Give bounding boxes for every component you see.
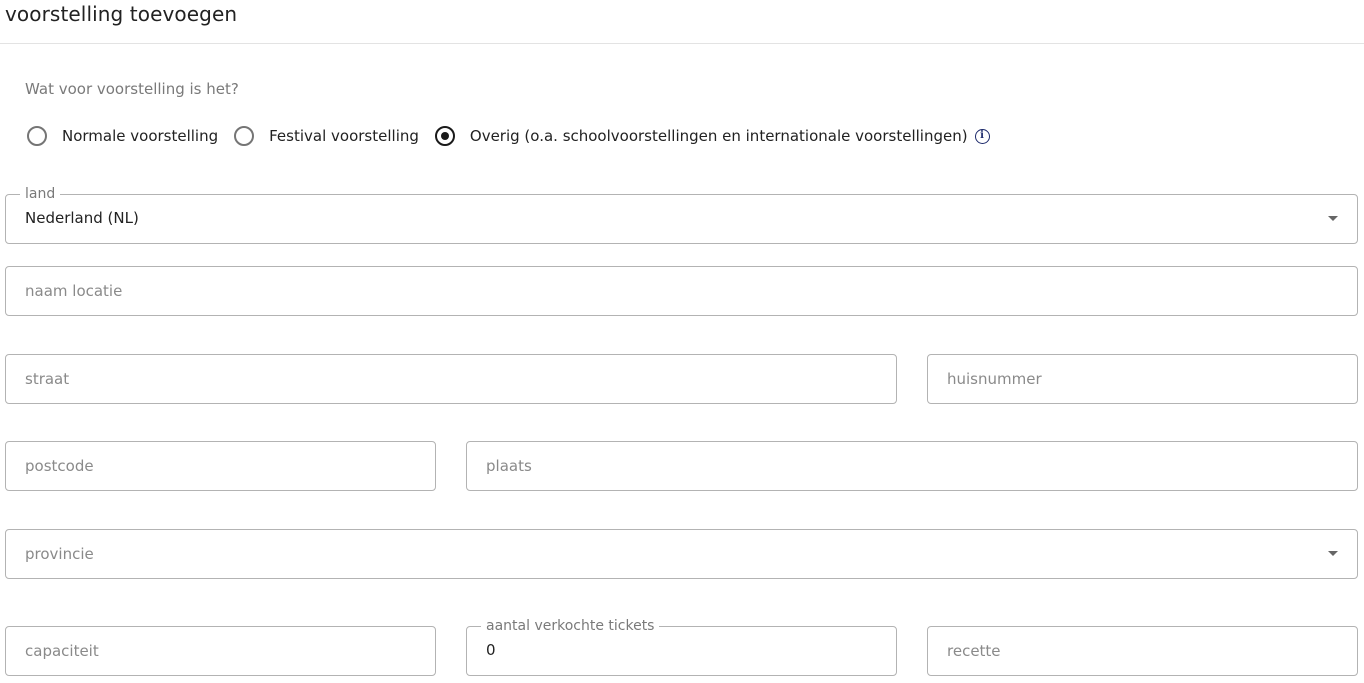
huisnummer-field[interactable]: huisnummer [927, 354, 1358, 404]
huisnummer-placeholder: huisnummer [947, 370, 1042, 388]
plaats-placeholder: plaats [486, 457, 532, 475]
postcode-placeholder: postcode [25, 457, 94, 475]
radio-label: Festival voorstelling [269, 127, 419, 145]
land-label: land [20, 185, 61, 203]
land-select[interactable]: land Nederland (NL) [5, 185, 1358, 244]
page-title: voorstelling toevoegen [5, 2, 238, 26]
naam-locatie-placeholder: naam locatie [25, 282, 123, 300]
info-icon[interactable]: i [974, 128, 990, 144]
recette-placeholder: recette [947, 642, 1001, 660]
chevron-down-icon [1328, 216, 1338, 221]
radio-button-checked[interactable] [434, 126, 455, 146]
radio-button[interactable] [234, 126, 255, 146]
recette-field[interactable]: recette [927, 626, 1358, 676]
postcode-field[interactable]: postcode [5, 441, 436, 491]
straat-field[interactable]: straat [5, 354, 897, 404]
tickets-label: aantal verkochte tickets [481, 617, 660, 635]
radio-festival-voorstelling[interactable]: Festival voorstelling [234, 126, 419, 146]
radio-label: Overig (o.a. schoolvoorstellingen en int… [469, 127, 968, 145]
capaciteit-field[interactable]: capaciteit [5, 626, 436, 676]
radio-overig[interactable]: Overig (o.a. schoolvoorstellingen en int… [434, 126, 968, 146]
straat-placeholder: straat [25, 370, 70, 388]
tickets-field[interactable]: aantal verkochte tickets 0 [466, 617, 897, 676]
type-question: Wat voor voorstelling is het? [25, 80, 239, 98]
radio-normale-voorstelling[interactable]: Normale voorstelling [27, 126, 218, 146]
header-divider [0, 43, 1364, 44]
plaats-field[interactable]: plaats [466, 441, 1358, 491]
radio-label: Normale voorstelling [62, 127, 219, 145]
provincie-placeholder: provincie [25, 545, 94, 563]
tickets-value: 0 [486, 641, 496, 659]
provincie-select[interactable]: provincie [5, 529, 1358, 579]
capaciteit-placeholder: capaciteit [25, 642, 99, 660]
radio-button[interactable] [27, 126, 47, 146]
naam-locatie-field[interactable]: naam locatie [5, 266, 1358, 316]
chevron-down-icon [1328, 551, 1338, 556]
voorstelling-type-radio-group: Normale voorstelling Festival voorstelli… [27, 124, 990, 148]
land-value: Nederland (NL) [25, 209, 139, 227]
